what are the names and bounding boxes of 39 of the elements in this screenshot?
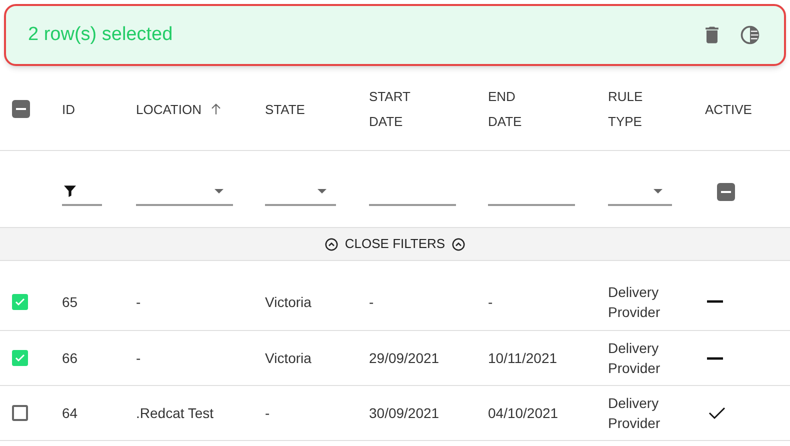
table-cell-text: Delivery Provider [608,394,662,433]
column-header[interactable]: END DATE [488,84,522,134]
contrast-icon [739,24,761,46]
filter-icon [62,183,78,199]
column-header[interactable]: RULE TYPE [608,84,643,134]
table-cell-text: 04/10/2021 [488,404,560,423]
table-cell-text: .Redcat Test [136,404,215,423]
table-cell-text: 30/09/2021 [369,404,440,423]
table-cell-text: 65 [62,292,79,312]
column-header[interactable]: STATE [265,96,305,122]
check-icon [14,296,26,308]
table-cell-text: Victoria [265,292,312,312]
table-cell-text: - [136,292,142,312]
column-header[interactable]: ID [62,96,75,122]
table-cell-text: - [265,404,271,423]
column-header[interactable]: ACTIVE [705,96,752,122]
table-cell-text: Delivery Provider [608,339,662,378]
close-filters-button[interactable]: CLOSE FILTERS [324,234,466,254]
check-icon [14,352,26,364]
chevron-up-icon [324,236,339,252]
table-cell-text: - [488,292,494,312]
column-header[interactable]: LOCATION [136,96,202,122]
column-header[interactable]: START DATE [369,84,410,134]
checkbox[interactable] [12,350,28,366]
table-cell-text: 64 [62,404,79,423]
table-cell-text: 29/09/2021 [369,349,440,368]
contrast-button[interactable] [738,23,762,47]
chevron-up-icon [451,236,466,252]
checkbox[interactable] [12,294,28,310]
indeterminate-checkbox[interactable] [717,183,735,201]
table-cell-text: 66 [62,349,79,368]
indeterminate-checkbox[interactable] [12,100,30,118]
table-cell-text: Delivery Provider [608,282,662,322]
table-cell-text: - [369,292,375,312]
table-cell-text: - [136,349,142,368]
checkbox[interactable] [12,405,28,421]
table-cell-text: Victoria [265,349,312,368]
table-cell-text: 10/11/2021 [488,349,558,368]
selection-count: 2 row(s) selected [28,22,174,47]
